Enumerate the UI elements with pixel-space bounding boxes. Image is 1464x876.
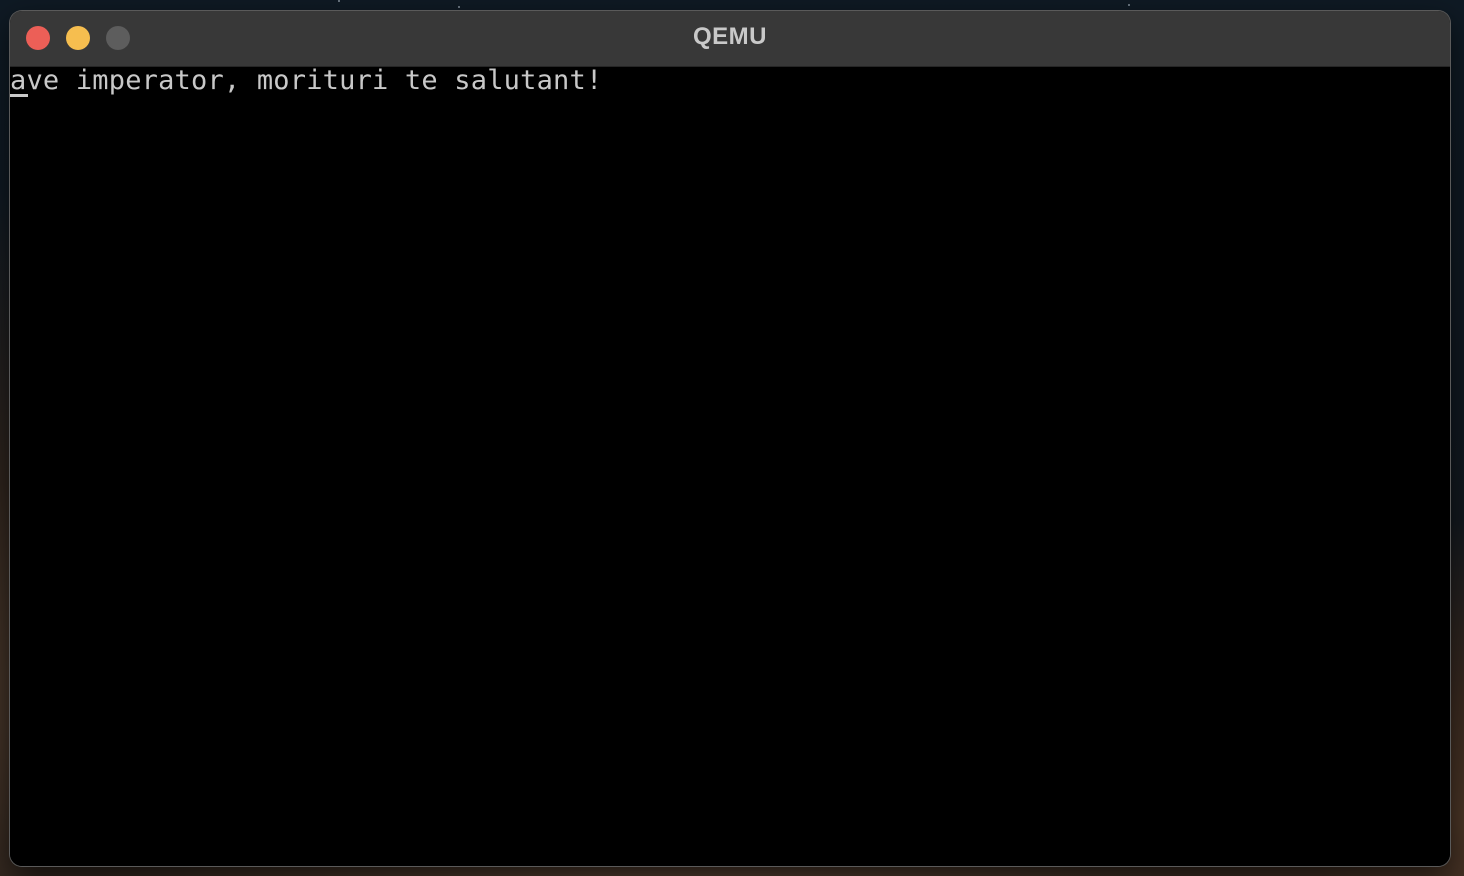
background-star bbox=[338, 0, 340, 2]
window-title: QEMU bbox=[693, 23, 767, 50]
title-bar[interactable]: QEMU bbox=[10, 11, 1450, 67]
qemu-window: QEMU ave imperator, morituri te salutant… bbox=[10, 11, 1450, 866]
console-screen[interactable]: ave imperator, morituri te salutant! bbox=[10, 67, 1450, 866]
desktop: { "window": { "title": "QEMU", "controls… bbox=[0, 0, 1464, 876]
background-star bbox=[1128, 4, 1130, 6]
text-cursor bbox=[10, 94, 28, 97]
background-star bbox=[458, 6, 460, 8]
console-line: ave imperator, morituri te salutant! bbox=[10, 65, 603, 96]
